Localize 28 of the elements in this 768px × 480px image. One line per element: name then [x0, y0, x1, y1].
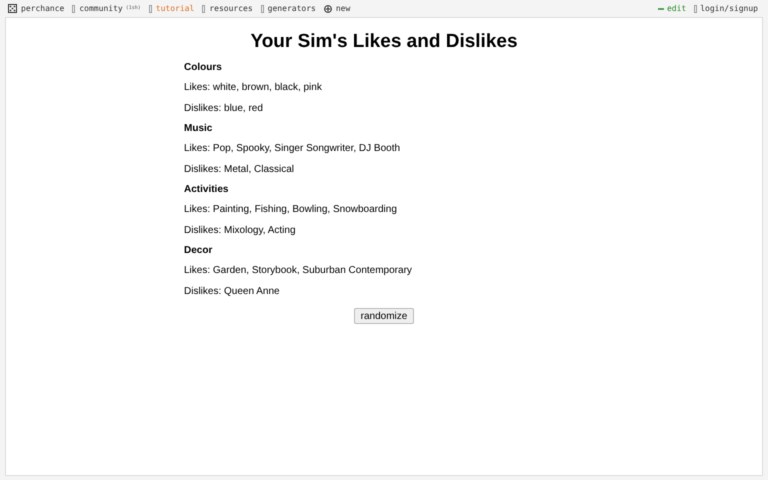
nav-link[interactable]: community — [79, 2, 123, 14]
placeholder-glyph-icon — [694, 4, 698, 12]
likes-text: Likes: Painting, Fishing, Bowling, Snowboarding — [184, 203, 397, 217]
randomize-button[interactable]: randomize — [354, 308, 414, 324]
plus-circle-icon — [324, 4, 332, 12]
nav-link[interactable]: generators — [268, 2, 316, 14]
section-heading: Activities — [184, 183, 228, 197]
section-heading: Music — [184, 122, 212, 136]
likes-text: Likes: Garden, Storybook, Suburban Contemporary — [184, 264, 412, 278]
dislikes-text: Dislikes: Queen Anne — [184, 284, 280, 298]
nav-link[interactable]: new — [336, 2, 350, 14]
placeholder-glyph-icon — [72, 4, 76, 12]
likes-text: Likes: white, brown, black, pink — [184, 81, 322, 95]
section-heading: Colours — [184, 61, 222, 75]
dislikes-text: Dislikes: Metal, Classical — [184, 162, 294, 176]
dislikes-text: Dislikes: Mixology, Acting — [184, 224, 296, 238]
placeholder-glyph-icon — [148, 4, 152, 12]
nav-link[interactable]: resources — [209, 2, 253, 14]
section-heading: Decor — [184, 244, 212, 258]
likes-text: Likes: Pop, Spooky, Singer Songwriter, DJ Booth — [184, 142, 400, 156]
page-title: Your Sim's Likes and Dislikes — [250, 30, 518, 54]
placeholder-glyph-icon — [260, 4, 264, 12]
dislikes-text: Dislikes: blue, red — [184, 102, 263, 116]
dice-icon — [8, 4, 17, 13]
login-link[interactable]: login/signup — [700, 2, 758, 14]
edit-link[interactable]: edit — [666, 2, 686, 14]
nav-link[interactable]: perchance — [21, 2, 64, 14]
placeholder-glyph-icon — [202, 4, 206, 12]
